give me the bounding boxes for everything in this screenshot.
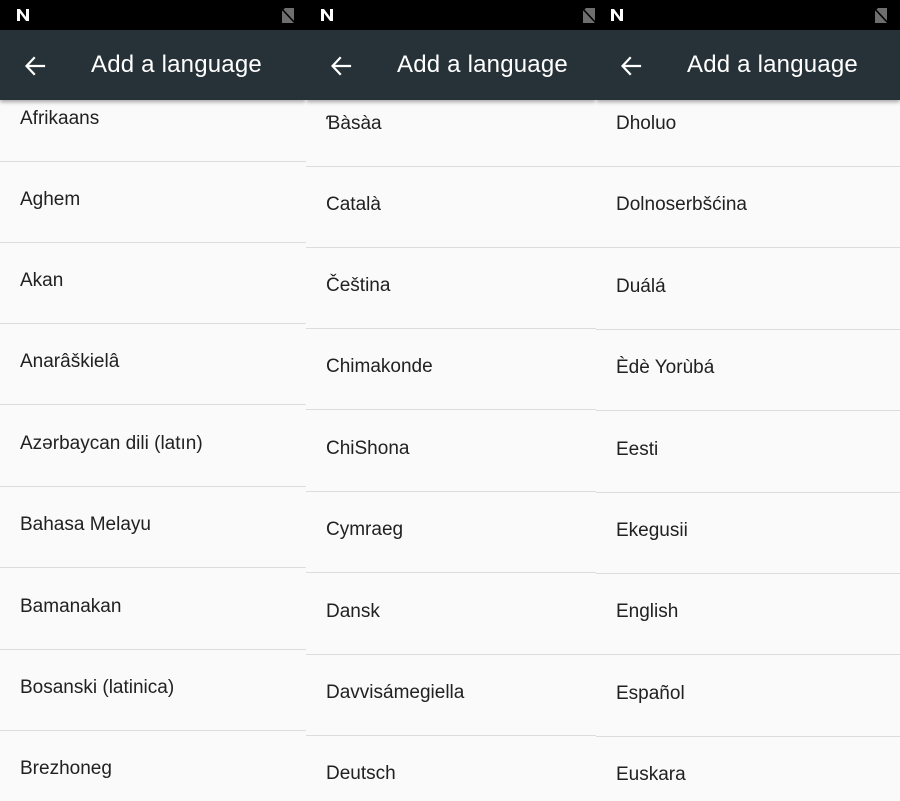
language-item[interactable]: Èdè Yorùbá	[596, 330, 900, 411]
language-label: Català	[326, 194, 381, 215]
status-bar	[596, 0, 900, 30]
language-item[interactable]: Eesti	[596, 412, 900, 493]
screen-3: Add a language Dholuo Dolnoserbšćina Duá…	[596, 0, 900, 801]
notification-n-icon	[611, 9, 623, 21]
language-label: Ekegusii	[616, 520, 688, 541]
language-item[interactable]: Euskara	[596, 737, 900, 801]
language-label: Deutsch	[326, 763, 396, 784]
language-label: Eesti	[616, 439, 659, 460]
language-label: Español	[616, 683, 685, 704]
language-item[interactable]: Brezhoneg	[0, 731, 306, 801]
app-bar: Add a language	[306, 30, 596, 100]
screen-1: Add a language Afrikaans Aghem Akan Anar…	[0, 0, 306, 801]
notification-n-icon	[321, 9, 333, 21]
language-label: Dansk	[326, 601, 380, 622]
language-label: ChiShona	[326, 438, 410, 459]
language-item[interactable]: Deutsch	[306, 736, 596, 801]
language-item[interactable]: Català	[306, 167, 596, 248]
language-label: Akan	[20, 270, 64, 291]
notification-n-icon	[17, 9, 29, 21]
screen-2: Add a language Ɓàsàa Català Čeština Chim…	[306, 0, 596, 801]
language-label: Brezhoneg	[20, 758, 112, 779]
language-label: Afrikaans	[20, 108, 100, 129]
app-bar: Add a language	[0, 30, 306, 100]
language-item[interactable]: Dolnoserbšćina	[596, 167, 900, 248]
language-label: Anarâškielâ	[20, 351, 120, 372]
language-label: Cymraeg	[326, 519, 404, 540]
language-label: Ɓàsàa	[326, 113, 382, 134]
language-item[interactable]: Anarâškielâ	[0, 324, 306, 405]
language-item[interactable]: English	[596, 574, 900, 655]
no-sim-icon	[874, 7, 888, 24]
back-arrow-icon	[24, 56, 46, 76]
page-title: Add a language	[397, 51, 568, 78]
app-bar: Add a language	[596, 30, 900, 100]
language-item[interactable]: Čeština	[306, 248, 596, 329]
language-label: Aghem	[20, 189, 81, 210]
language-item[interactable]: Azərbaycan dili (latın)	[0, 406, 306, 487]
language-item[interactable]: Duálá	[596, 249, 900, 330]
language-label: Dolnoserbšćina	[616, 194, 747, 215]
language-label: Duálá	[616, 276, 666, 297]
language-label: Chimakonde	[326, 356, 433, 377]
language-label: Davvisámegiella	[326, 682, 465, 703]
back-arrow-icon	[620, 56, 642, 76]
language-item[interactable]: Dansk	[306, 574, 596, 655]
status-bar	[0, 0, 306, 30]
language-item[interactable]: Chimakonde	[306, 329, 596, 410]
language-label: English	[616, 601, 679, 622]
status-bar	[306, 0, 596, 30]
language-item[interactable]: Ekegusii	[596, 493, 900, 574]
language-label: Čeština	[326, 275, 391, 296]
language-label: Bosanski (latinica)	[20, 677, 175, 698]
language-item[interactable]: ChiShona	[306, 411, 596, 492]
back-button[interactable]	[324, 49, 358, 83]
language-item[interactable]: Akan	[0, 243, 306, 324]
language-label: Euskara	[616, 764, 686, 785]
back-button[interactable]	[18, 49, 52, 83]
language-item[interactable]: Aghem	[0, 162, 306, 243]
language-item[interactable]: Bamanakan	[0, 569, 306, 650]
language-label: Dholuo	[616, 113, 677, 134]
no-sim-icon	[281, 7, 295, 24]
language-item[interactable]: Bahasa Melayu	[0, 487, 306, 568]
language-label: Èdè Yorùbá	[616, 357, 715, 378]
back-button[interactable]	[614, 49, 648, 83]
page-title: Add a language	[687, 51, 858, 78]
back-arrow-icon	[330, 56, 352, 76]
language-item[interactable]: Bosanski (latinica)	[0, 650, 306, 731]
language-label: Bamanakan	[20, 596, 122, 617]
language-item[interactable]: Davvisámegiella	[306, 655, 596, 736]
language-item[interactable]: Español	[596, 656, 900, 737]
language-label: Bahasa Melayu	[20, 514, 151, 535]
language-item[interactable]: Cymraeg	[306, 492, 596, 573]
no-sim-icon	[582, 7, 596, 24]
page-title: Add a language	[91, 51, 262, 78]
screens: Add a language Afrikaans Aghem Akan Anar…	[0, 0, 900, 801]
language-label: Azərbaycan dili (latın)	[20, 433, 203, 454]
